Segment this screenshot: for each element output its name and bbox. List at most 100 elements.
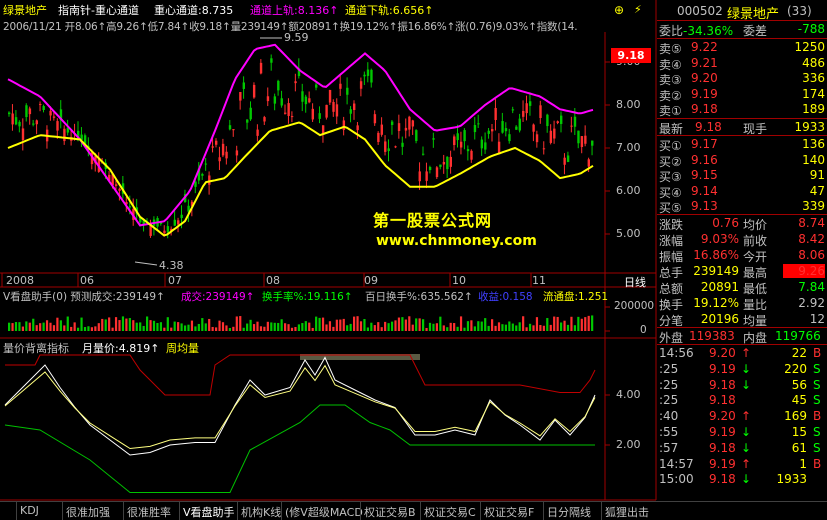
volume-bar [304,321,307,331]
flash-icon[interactable]: ⚡ [634,3,642,16]
tick-side: S [813,425,821,439]
volume-bar [270,322,273,331]
volume-bar [235,316,238,331]
stat-label-2: 今开 [743,250,768,264]
volume-bar [363,318,366,331]
stat-label: 涨跌 [659,218,684,232]
candle-body [287,103,290,116]
weicha-value: -788 [797,22,825,36]
buy-volume: 339 [802,199,825,213]
candle-body [556,121,559,124]
indicator-tab-2[interactable]: 很准胜率 [127,504,171,520]
candle-body [14,117,18,125]
candle-body [466,149,470,152]
period-label[interactable]: 日线 [624,274,646,290]
weicha-label: 委差 [743,24,768,38]
candle-body [353,103,356,111]
vol-tick-0: 0 [640,324,647,336]
watermark-url: www.chnmoney.com [376,233,537,249]
volume-bar [146,316,149,331]
volume-bar [491,319,494,331]
candle-body [487,130,490,134]
indicator-tab-9[interactable]: 日分隔线 [547,504,591,520]
buy-price: 9.14 [691,183,718,198]
candle-body [290,116,294,118]
volume-bar [591,315,594,331]
candle-body [52,116,56,118]
tick-side: B [813,456,822,471]
center-label: 重心通道:8.735 [154,4,234,17]
volume-bar [294,326,297,331]
tick-side: B [813,346,822,360]
watermark-title: 第一股票公式网 [373,211,493,230]
indicator-tab-7[interactable]: 权证交易C [424,504,476,520]
volume-bar [221,322,225,331]
candle-body [11,113,14,125]
indicator-tab-10[interactable]: 狐狸出击 [605,504,649,520]
settings-icon[interactable]: ⊕ [614,3,624,17]
indicator-name: 指南针-重心通道 [58,4,139,17]
inner-value: 119766 [775,329,821,343]
volume-bar [73,322,76,331]
candle-body [587,159,590,167]
tick-side: B [813,409,822,424]
indicator-tab-1[interactable]: 很准加强 [66,504,110,520]
candle-body [470,150,473,160]
volume-bar [101,318,104,331]
candle-body [177,220,180,225]
ytick-8: 8.00 [616,98,641,111]
tick-row: 14:56 9.20 ↑ 22 B [657,346,826,362]
channel-lower-line [7,121,594,237]
stat-value-2: 12 [809,312,825,326]
ind-tick-4: 4.00 [616,388,641,401]
candle-body [401,142,404,147]
candle-body [563,157,566,165]
volume-bar [315,316,318,331]
indicator-tab-6[interactable]: 权证交易B [364,504,416,520]
indicator-tab-5[interactable]: (修V超级MACD [285,504,363,520]
candle-body [201,174,204,176]
candle-body [56,121,59,131]
ind-f2: 周均量 [166,342,199,355]
volume-bar [332,326,335,331]
xlabel-09: 09 [364,274,378,287]
volume-bar [249,319,252,331]
volume-bar [477,321,480,331]
volume-bar [39,323,42,331]
candle-body [387,148,390,152]
candle-body [377,132,380,142]
stat-value-2: 8.74 [798,216,825,230]
candle-body [491,129,494,132]
stat-label-2: 前收 [743,234,768,248]
volume-bar [494,325,497,331]
candle-body [166,226,170,233]
stat-value: 239149 [693,264,739,278]
stat-value-2: 2.92 [798,296,825,310]
volume-bar [404,319,407,331]
candle-body [259,62,263,74]
stat-row: 换手 19.12% 量比 2.92 [657,296,826,312]
stat-value: 20196 [700,312,739,326]
volume-bar [263,326,266,331]
volume-bar [194,326,197,331]
candle-body [566,155,570,162]
buy-volume: 91 [809,168,825,182]
indicator-tab-0[interactable]: KDJ [20,504,39,517]
candle-body [428,166,432,171]
volume-bar [570,316,573,331]
indicator-tab-4[interactable]: 机构K线 [241,504,281,520]
volume-bar [387,323,390,331]
indicator-tab-8[interactable]: 权证交易F [484,504,534,520]
candle-body [42,106,45,110]
candle-body [232,129,235,131]
indicator-tab-3[interactable]: V看盘助手 [183,504,235,520]
ytick-7: 7.00 [616,141,641,154]
tick-arrow: ↑ [741,409,752,424]
tick-volume: 45 [791,393,807,408]
volume-bar [35,325,38,331]
candle-body [425,171,428,181]
tick-time: 15:00 [659,472,694,487]
volume-bar [501,324,504,331]
stat-label: 总额 [659,282,684,296]
candle-body [380,124,383,135]
